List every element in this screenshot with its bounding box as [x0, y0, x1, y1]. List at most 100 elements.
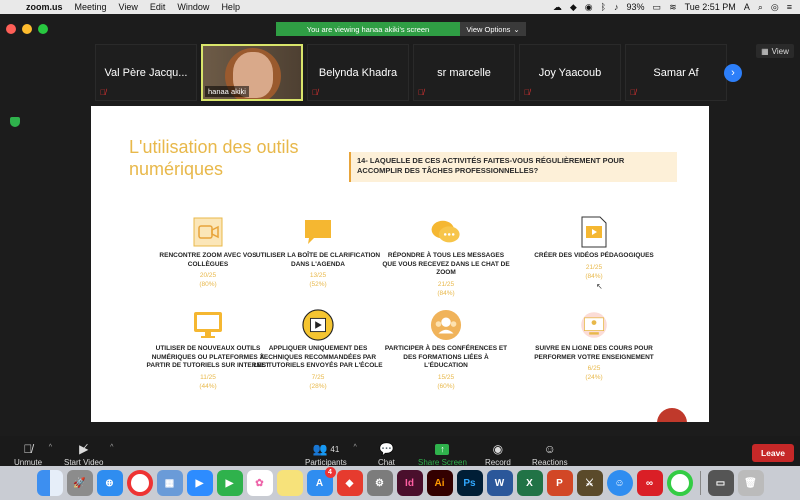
clock[interactable]: Tue 2:51 PM	[685, 2, 736, 12]
battery-icon[interactable]: ▭	[653, 2, 662, 13]
word-icon[interactable]: W	[486, 470, 513, 496]
dropbox-status-icon[interactable]: ◆	[570, 2, 577, 13]
activity-label: Utiliser la boîte de clarification dans …	[255, 252, 381, 268]
participant-strip: Val Père Jacqu... 🎙̸ hanaa akiki Belynda…	[95, 44, 727, 101]
control-center-icon[interactable]: ≡	[787, 2, 792, 12]
activity-item: Appliquer uniquement des techniques reco…	[253, 309, 383, 391]
finder-icon[interactable]	[36, 470, 63, 496]
chevron-up-icon[interactable]: ^	[354, 444, 357, 451]
online-course-icon	[578, 309, 610, 341]
participant-tile[interactable]: Val Père Jacqu... 🎙̸	[95, 44, 197, 101]
slide-question: 14- Laquelle de ces activités faites-vou…	[349, 152, 677, 182]
conference-icon	[430, 309, 462, 341]
menu-help[interactable]: Help	[215, 2, 246, 12]
activity-label: Participer à des conférences et des form…	[384, 345, 508, 369]
slide-title: L'utilisation des outils numériques	[129, 137, 299, 179]
activity-percent: (28%)	[309, 382, 327, 390]
participant-name: Joy Yaacoub	[538, 66, 602, 79]
share-screen-icon: ↑	[435, 440, 450, 458]
minimize-icon[interactable]	[22, 24, 32, 34]
speech-bubble-icon	[302, 216, 334, 248]
participant-tile[interactable]: Joy Yaacoub 🎙̸	[519, 44, 621, 101]
input-source[interactable]: A	[744, 2, 750, 12]
start-video-button[interactable]: ▶̸ Start Video ^	[64, 440, 113, 467]
creative-cloud-status-icon[interactable]: ☁	[553, 2, 562, 13]
search-icon[interactable]: ⌕	[758, 2, 763, 13]
view-button[interactable]: ▦ View	[756, 44, 794, 58]
activity-percent: (60%)	[437, 382, 455, 390]
share-screen-button[interactable]: ↑ Share Screen	[418, 440, 467, 467]
wifi-icon[interactable]: ≋	[669, 2, 677, 13]
trash-icon[interactable]: 🗑	[737, 470, 764, 496]
accessibility-icon[interactable]: ☺	[606, 470, 633, 496]
muted-microphone-icon: 🎙̸	[23, 442, 33, 456]
chevron-up-icon[interactable]: ^	[110, 444, 113, 451]
system-preferences-icon[interactable]: ⚙	[366, 470, 393, 496]
game-icon[interactable]: ⚔	[576, 470, 603, 496]
muted-mic-icon: 🎙̸	[418, 88, 424, 97]
participant-video-tile[interactable]: hanaa akiki	[201, 44, 303, 101]
excel-icon[interactable]: X	[516, 470, 543, 496]
zoom-status-icon[interactable]: ◉	[585, 2, 593, 13]
illustrator-icon[interactable]: Ai	[426, 470, 453, 496]
security-shield-icon[interactable]	[10, 117, 20, 127]
dock-divider	[699, 471, 701, 495]
creative-cloud-icon[interactable]: ∞	[636, 470, 663, 496]
photos-icon[interactable]: ✿	[246, 470, 273, 496]
notes-icon[interactable]	[276, 470, 303, 496]
photoshop-icon[interactable]: Ps	[456, 470, 483, 496]
maximize-icon[interactable]	[38, 24, 48, 34]
video-camera-icon	[192, 216, 224, 248]
menu-view[interactable]: View	[113, 2, 144, 12]
unmute-button[interactable]: 🎙̸ Unmute ^	[14, 440, 52, 467]
participants-icon: 👥 41	[312, 442, 340, 456]
app-store-icon[interactable]: A4	[306, 467, 336, 496]
preview-icon[interactable]: ▦	[156, 470, 183, 496]
menu-meeting[interactable]: Meeting	[69, 2, 113, 12]
view-options-label: View Options	[466, 24, 511, 34]
menu-app-name[interactable]: zoom.us	[20, 2, 69, 12]
macos-dock: 🚀 ⊕ ▦ ▶ ▶ ✿ A4 ◆ ⚙ Id Ai Ps W X P ⚔ ☺ ∞ …	[0, 466, 800, 500]
indesign-icon[interactable]: Id	[396, 470, 423, 496]
chevron-up-icon[interactable]: ^	[49, 444, 52, 451]
launchpad-icon[interactable]: 🚀	[66, 470, 93, 496]
muted-mic-icon: 🎙̸	[100, 88, 106, 97]
screenshot-icon[interactable]: ▭	[707, 470, 734, 496]
activity-count: 13/25	[309, 272, 327, 279]
menu-window[interactable]: Window	[171, 2, 215, 12]
facetime-icon[interactable]: ▶	[216, 470, 243, 496]
record-button[interactable]: ◉ Record	[485, 440, 511, 467]
reactions-button[interactable]: ☺ Reactions	[532, 440, 568, 467]
close-icon[interactable]	[6, 24, 16, 34]
chrome-alt-icon[interactable]	[666, 470, 693, 496]
activity-item: Utiliser la boîte de clarification dans …	[253, 216, 383, 289]
chat-icon: 💬	[378, 442, 394, 456]
zoom-icon[interactable]: ▶	[186, 470, 213, 496]
chrome-icon[interactable]	[126, 470, 153, 496]
bluetooth-icon[interactable]: ᛒ	[601, 2, 606, 12]
volume-icon[interactable]: ♪	[614, 2, 619, 12]
chat-button[interactable]: 💬 Chat	[378, 440, 395, 467]
participant-name: Val Père Jacqu...	[104, 66, 188, 79]
activity-count: 6/25	[587, 365, 601, 372]
chat-bubbles-icon	[430, 216, 462, 248]
participants-count: 41	[330, 444, 340, 454]
view-options-button[interactable]: View Options ⌄	[460, 22, 526, 36]
participant-name: sr marcelle	[437, 66, 491, 79]
next-page-button[interactable]: ›	[724, 64, 742, 82]
anydesk-icon[interactable]: ◆	[336, 470, 363, 496]
activity-label: Répondre à tous les messages que vous re…	[382, 252, 510, 276]
participant-tile[interactable]: sr marcelle 🎙̸	[413, 44, 515, 101]
powerpoint-icon[interactable]: P	[546, 470, 573, 496]
siri-icon[interactable]: ◎	[771, 2, 779, 13]
film-reel-icon	[302, 309, 334, 341]
participant-tile[interactable]: Belynda Khadra 🎙̸	[307, 44, 409, 101]
activity-label: Appliquer uniquement des techniques reco…	[253, 345, 383, 369]
battery-percent[interactable]: 93%	[627, 2, 645, 12]
participants-button[interactable]: 👥 41 Participants ^	[305, 440, 357, 467]
safari-icon[interactable]: ⊕	[96, 470, 123, 496]
share-banner-message: You are viewing hanaa akiki's screen	[276, 22, 460, 36]
menu-edit[interactable]: Edit	[144, 2, 172, 12]
participant-tile[interactable]: Samar Af 🎙̸	[625, 44, 727, 101]
leave-button[interactable]: Leave	[752, 444, 794, 462]
